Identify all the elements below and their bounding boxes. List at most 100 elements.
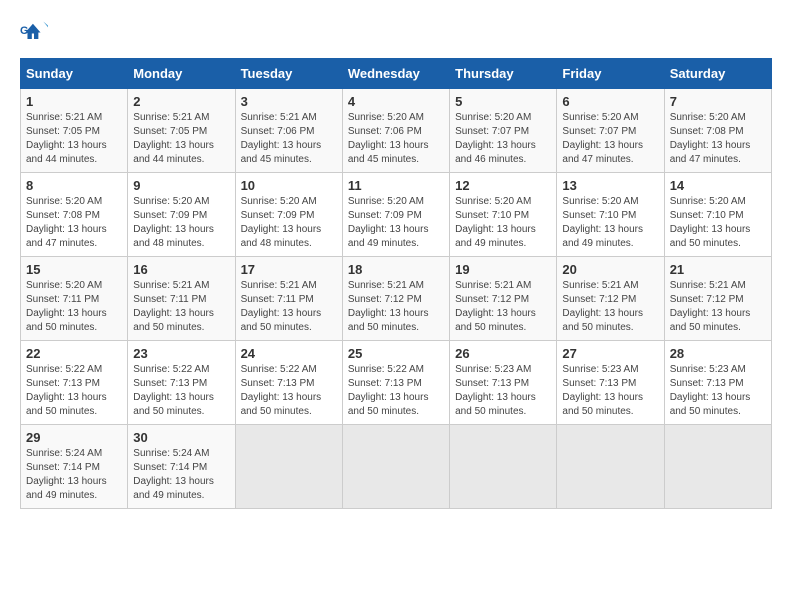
logo: G bbox=[20, 20, 52, 48]
day-number: 9 bbox=[133, 178, 229, 193]
day-number: 17 bbox=[241, 262, 337, 277]
header-tuesday: Tuesday bbox=[235, 59, 342, 89]
day-info: Sunrise: 5:20 AM Sunset: 7:10 PM Dayligh… bbox=[455, 195, 551, 251]
calendar-cell: 14 Sunrise: 5:20 AM Sunset: 7:10 PM Dayl… bbox=[664, 173, 771, 257]
day-number: 15 bbox=[26, 262, 122, 277]
day-number: 30 bbox=[133, 430, 229, 445]
calendar-cell: 11 Sunrise: 5:20 AM Sunset: 7:09 PM Dayl… bbox=[342, 173, 449, 257]
day-number: 27 bbox=[562, 346, 658, 361]
day-info: Sunrise: 5:20 AM Sunset: 7:09 PM Dayligh… bbox=[348, 195, 444, 251]
calendar-cell: 4 Sunrise: 5:20 AM Sunset: 7:06 PM Dayli… bbox=[342, 89, 449, 173]
header: G bbox=[20, 20, 772, 48]
calendar-header-row: SundayMondayTuesdayWednesdayThursdayFrid… bbox=[21, 59, 772, 89]
calendar-cell: 17 Sunrise: 5:21 AM Sunset: 7:11 PM Dayl… bbox=[235, 257, 342, 341]
calendar-cell bbox=[235, 425, 342, 509]
day-number: 8 bbox=[26, 178, 122, 193]
calendar-cell: 24 Sunrise: 5:22 AM Sunset: 7:13 PM Dayl… bbox=[235, 341, 342, 425]
calendar-cell: 10 Sunrise: 5:20 AM Sunset: 7:09 PM Dayl… bbox=[235, 173, 342, 257]
day-number: 19 bbox=[455, 262, 551, 277]
day-info: Sunrise: 5:20 AM Sunset: 7:06 PM Dayligh… bbox=[348, 111, 444, 167]
calendar-cell: 9 Sunrise: 5:20 AM Sunset: 7:09 PM Dayli… bbox=[128, 173, 235, 257]
day-number: 21 bbox=[670, 262, 766, 277]
day-number: 22 bbox=[26, 346, 122, 361]
day-info: Sunrise: 5:20 AM Sunset: 7:08 PM Dayligh… bbox=[26, 195, 122, 251]
day-info: Sunrise: 5:24 AM Sunset: 7:14 PM Dayligh… bbox=[26, 447, 122, 503]
calendar-cell: 5 Sunrise: 5:20 AM Sunset: 7:07 PM Dayli… bbox=[450, 89, 557, 173]
day-info: Sunrise: 5:21 AM Sunset: 7:11 PM Dayligh… bbox=[241, 279, 337, 335]
calendar-cell: 26 Sunrise: 5:23 AM Sunset: 7:13 PM Dayl… bbox=[450, 341, 557, 425]
day-info: Sunrise: 5:21 AM Sunset: 7:12 PM Dayligh… bbox=[562, 279, 658, 335]
logo-icon: G bbox=[20, 20, 48, 48]
day-info: Sunrise: 5:21 AM Sunset: 7:05 PM Dayligh… bbox=[133, 111, 229, 167]
calendar-cell: 30 Sunrise: 5:24 AM Sunset: 7:14 PM Dayl… bbox=[128, 425, 235, 509]
calendar-cell: 16 Sunrise: 5:21 AM Sunset: 7:11 PM Dayl… bbox=[128, 257, 235, 341]
day-info: Sunrise: 5:20 AM Sunset: 7:09 PM Dayligh… bbox=[241, 195, 337, 251]
day-info: Sunrise: 5:21 AM Sunset: 7:11 PM Dayligh… bbox=[133, 279, 229, 335]
calendar-week-3: 15 Sunrise: 5:20 AM Sunset: 7:11 PM Dayl… bbox=[21, 257, 772, 341]
calendar-cell: 7 Sunrise: 5:20 AM Sunset: 7:08 PM Dayli… bbox=[664, 89, 771, 173]
header-saturday: Saturday bbox=[664, 59, 771, 89]
calendar-cell: 21 Sunrise: 5:21 AM Sunset: 7:12 PM Dayl… bbox=[664, 257, 771, 341]
day-info: Sunrise: 5:20 AM Sunset: 7:10 PM Dayligh… bbox=[562, 195, 658, 251]
calendar-cell: 2 Sunrise: 5:21 AM Sunset: 7:05 PM Dayli… bbox=[128, 89, 235, 173]
day-info: Sunrise: 5:20 AM Sunset: 7:07 PM Dayligh… bbox=[562, 111, 658, 167]
calendar-cell: 29 Sunrise: 5:24 AM Sunset: 7:14 PM Dayl… bbox=[21, 425, 128, 509]
day-info: Sunrise: 5:21 AM Sunset: 7:12 PM Dayligh… bbox=[670, 279, 766, 335]
calendar-cell bbox=[450, 425, 557, 509]
day-info: Sunrise: 5:22 AM Sunset: 7:13 PM Dayligh… bbox=[26, 363, 122, 419]
day-number: 18 bbox=[348, 262, 444, 277]
day-number: 23 bbox=[133, 346, 229, 361]
day-number: 4 bbox=[348, 94, 444, 109]
calendar-week-1: 1 Sunrise: 5:21 AM Sunset: 7:05 PM Dayli… bbox=[21, 89, 772, 173]
calendar-table: SundayMondayTuesdayWednesdayThursdayFrid… bbox=[20, 58, 772, 509]
calendar-cell: 20 Sunrise: 5:21 AM Sunset: 7:12 PM Dayl… bbox=[557, 257, 664, 341]
header-wednesday: Wednesday bbox=[342, 59, 449, 89]
day-number: 29 bbox=[26, 430, 122, 445]
calendar-cell: 3 Sunrise: 5:21 AM Sunset: 7:06 PM Dayli… bbox=[235, 89, 342, 173]
day-info: Sunrise: 5:23 AM Sunset: 7:13 PM Dayligh… bbox=[455, 363, 551, 419]
calendar-cell: 13 Sunrise: 5:20 AM Sunset: 7:10 PM Dayl… bbox=[557, 173, 664, 257]
calendar-cell: 23 Sunrise: 5:22 AM Sunset: 7:13 PM Dayl… bbox=[128, 341, 235, 425]
calendar-cell: 18 Sunrise: 5:21 AM Sunset: 7:12 PM Dayl… bbox=[342, 257, 449, 341]
day-info: Sunrise: 5:20 AM Sunset: 7:09 PM Dayligh… bbox=[133, 195, 229, 251]
day-info: Sunrise: 5:22 AM Sunset: 7:13 PM Dayligh… bbox=[348, 363, 444, 419]
day-number: 5 bbox=[455, 94, 551, 109]
day-number: 24 bbox=[241, 346, 337, 361]
calendar-cell: 12 Sunrise: 5:20 AM Sunset: 7:10 PM Dayl… bbox=[450, 173, 557, 257]
calendar-cell bbox=[557, 425, 664, 509]
calendar-cell bbox=[664, 425, 771, 509]
day-number: 12 bbox=[455, 178, 551, 193]
day-number: 25 bbox=[348, 346, 444, 361]
calendar-week-4: 22 Sunrise: 5:22 AM Sunset: 7:13 PM Dayl… bbox=[21, 341, 772, 425]
calendar-cell: 25 Sunrise: 5:22 AM Sunset: 7:13 PM Dayl… bbox=[342, 341, 449, 425]
day-info: Sunrise: 5:21 AM Sunset: 7:12 PM Dayligh… bbox=[455, 279, 551, 335]
day-number: 16 bbox=[133, 262, 229, 277]
day-info: Sunrise: 5:20 AM Sunset: 7:08 PM Dayligh… bbox=[670, 111, 766, 167]
day-info: Sunrise: 5:23 AM Sunset: 7:13 PM Dayligh… bbox=[670, 363, 766, 419]
calendar-week-2: 8 Sunrise: 5:20 AM Sunset: 7:08 PM Dayli… bbox=[21, 173, 772, 257]
calendar-cell: 27 Sunrise: 5:23 AM Sunset: 7:13 PM Dayl… bbox=[557, 341, 664, 425]
header-sunday: Sunday bbox=[21, 59, 128, 89]
day-number: 10 bbox=[241, 178, 337, 193]
day-info: Sunrise: 5:21 AM Sunset: 7:12 PM Dayligh… bbox=[348, 279, 444, 335]
day-info: Sunrise: 5:21 AM Sunset: 7:06 PM Dayligh… bbox=[241, 111, 337, 167]
day-number: 28 bbox=[670, 346, 766, 361]
header-thursday: Thursday bbox=[450, 59, 557, 89]
day-number: 7 bbox=[670, 94, 766, 109]
day-info: Sunrise: 5:24 AM Sunset: 7:14 PM Dayligh… bbox=[133, 447, 229, 503]
day-number: 14 bbox=[670, 178, 766, 193]
day-info: Sunrise: 5:21 AM Sunset: 7:05 PM Dayligh… bbox=[26, 111, 122, 167]
day-number: 6 bbox=[562, 94, 658, 109]
day-info: Sunrise: 5:20 AM Sunset: 7:11 PM Dayligh… bbox=[26, 279, 122, 335]
day-info: Sunrise: 5:22 AM Sunset: 7:13 PM Dayligh… bbox=[133, 363, 229, 419]
day-number: 3 bbox=[241, 94, 337, 109]
day-number: 13 bbox=[562, 178, 658, 193]
day-info: Sunrise: 5:20 AM Sunset: 7:10 PM Dayligh… bbox=[670, 195, 766, 251]
calendar-cell: 6 Sunrise: 5:20 AM Sunset: 7:07 PM Dayli… bbox=[557, 89, 664, 173]
day-info: Sunrise: 5:20 AM Sunset: 7:07 PM Dayligh… bbox=[455, 111, 551, 167]
day-info: Sunrise: 5:22 AM Sunset: 7:13 PM Dayligh… bbox=[241, 363, 337, 419]
day-number: 26 bbox=[455, 346, 551, 361]
calendar-cell bbox=[342, 425, 449, 509]
day-number: 20 bbox=[562, 262, 658, 277]
calendar-cell: 19 Sunrise: 5:21 AM Sunset: 7:12 PM Dayl… bbox=[450, 257, 557, 341]
